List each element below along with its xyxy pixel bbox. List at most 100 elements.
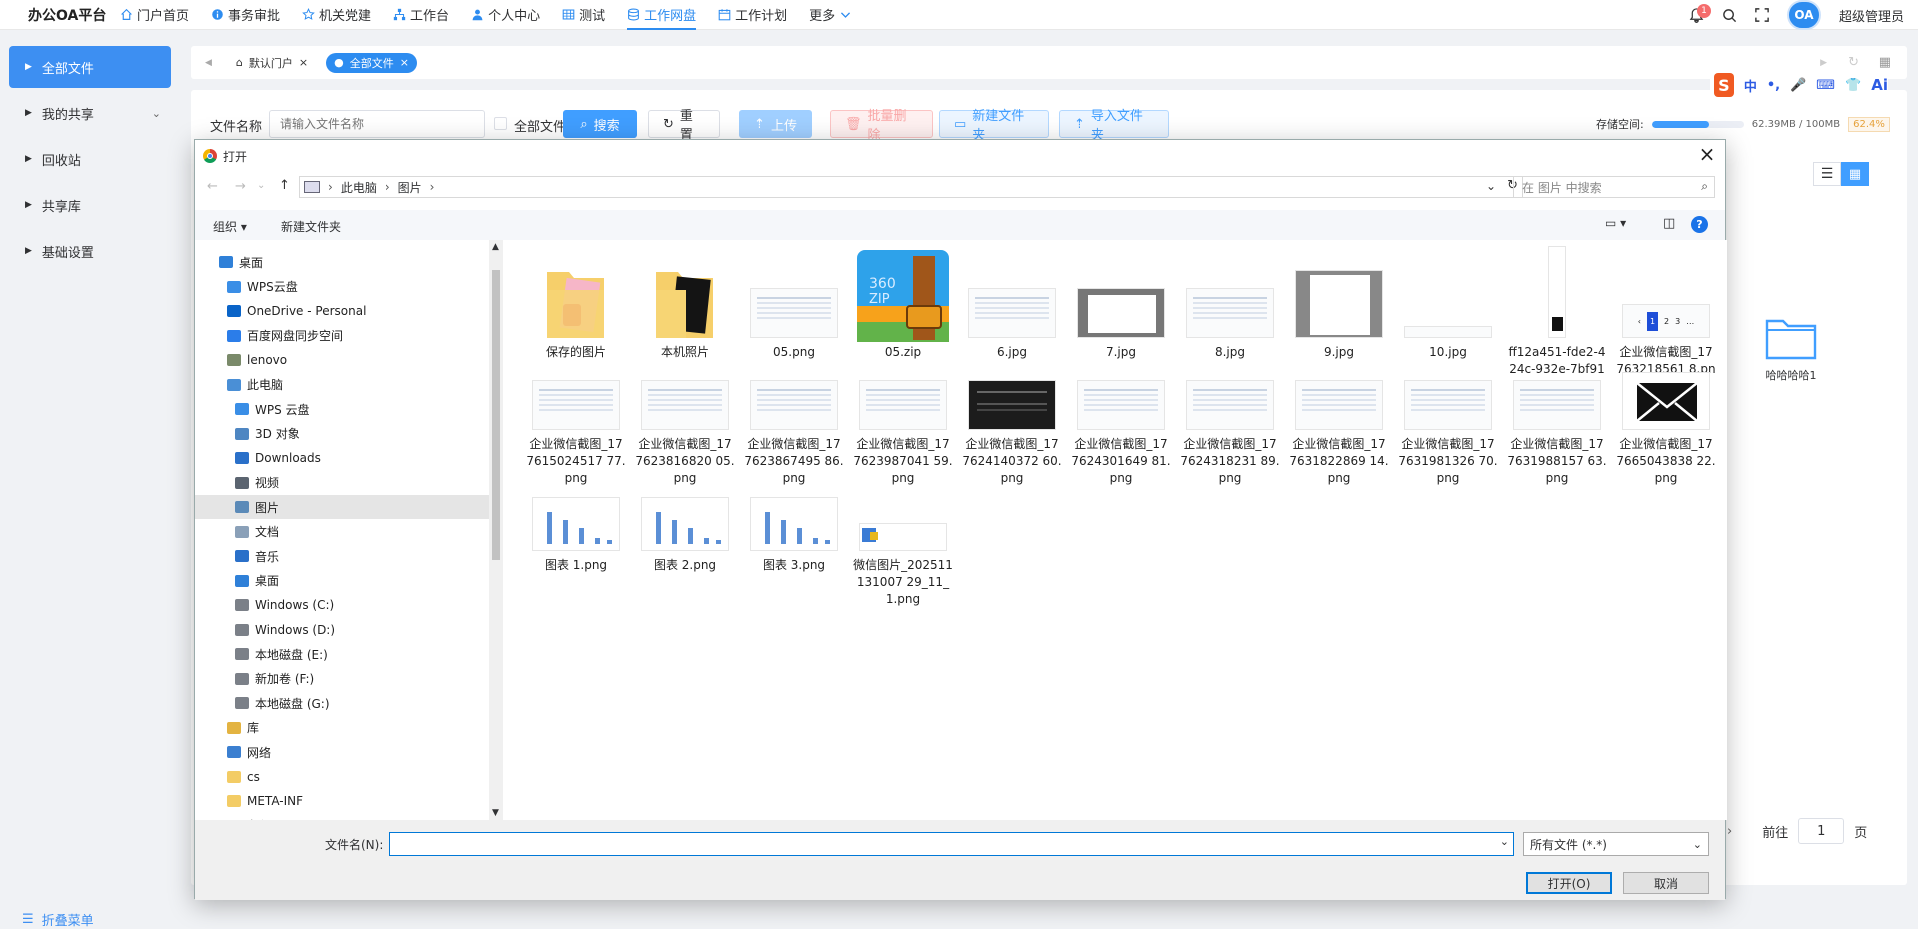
new-folder-button[interactable]: ▭ 新建文件夹 [939,109,1049,143]
batch-delete-button[interactable]: 🗑 批量删除 [830,109,933,143]
ime-ai-button[interactable]: Ai [1871,76,1888,94]
tree-item-6[interactable]: WPS 云盘 [195,397,489,421]
file-item[interactable]: 图表 1.png [526,497,626,574]
list-view-button[interactable]: ☰ [1813,162,1841,186]
tree-item-10[interactable]: 图片 [195,495,489,519]
filetype-select[interactable]: 所有文件 (*.*) ⌄ [1523,832,1709,856]
tree-item-20[interactable]: 网络 [195,740,489,764]
breadcrumb-pictures[interactable]: 图片 [398,179,422,196]
filename-search-input[interactable] [269,110,485,138]
import-folder-button[interactable]: ⇡ 导入文件夹 [1059,109,1169,143]
scroll-down-icon[interactable]: ▼ [492,808,499,818]
close-icon[interactable]: × [1695,142,1719,166]
tree-item-5[interactable]: 此电脑 [195,373,489,397]
open-button[interactable]: 打开(O) [1526,872,1612,894]
sidebar-item-shared-library[interactable]: ▶ 共享库 [9,184,171,226]
user-name[interactable]: 超级管理员 [1839,6,1904,25]
tree-item-15[interactable]: Windows (D:) [195,618,489,642]
tab-all-files[interactable]: ● 全部文件 × [326,52,417,73]
tree-item-18[interactable]: 本地磁盘 (G:) [195,691,489,715]
scroll-up-icon[interactable]: ▲ [492,242,499,252]
address-bar[interactable]: › 此电脑 › 图片 › ⌄ ↻ [299,176,1523,198]
grid-view-button[interactable]: ▦ [1841,162,1869,186]
tree-item-21[interactable]: cs [195,765,489,789]
tree-item-11[interactable]: 文档 [195,520,489,544]
file-item[interactable]: 企业微信截图_177631981326 70.png [1398,378,1498,487]
file-item[interactable]: 图表 2.png [635,497,735,574]
all-files-checkbox[interactable] [494,117,507,130]
reset-button[interactable]: ↻ 重置 [648,109,720,143]
file-item[interactable]: 8.jpg [1180,248,1280,361]
file-item[interactable]: 企业微信截图_177623987041 59.png [853,378,953,487]
help-icon[interactable]: ? [1691,216,1708,233]
tree-item-1[interactable]: WPS云盘 [195,275,489,299]
sidebar-item-recycle-bin[interactable]: ▶ 回收站 [9,138,171,180]
upload-button[interactable]: ⇡ 上传 [739,110,812,138]
tree-item-19[interactable]: 库 [195,716,489,740]
bell-icon[interactable]: 1 [1689,3,1711,23]
file-item[interactable]: 企业微信截图_177631822869 14.png [1289,378,1389,487]
tab-default-portal[interactable]: ⌂ 默认门户 × [227,52,317,73]
file-item[interactable]: 企业微信截图_177624301649 81.png [1071,378,1171,487]
dialog-search-input[interactable]: 在 图片 中搜索 ⌕ [1513,176,1715,198]
fullscreen-icon[interactable] [1755,8,1769,22]
tree-item-22[interactable]: META-INF [195,789,489,813]
file-item[interactable]: 10.jpg [1398,248,1498,361]
preview-pane-icon[interactable]: ◫ [1663,216,1675,231]
nav-item-4[interactable]: 个人中心 [471,0,540,30]
nav-item-1[interactable]: 事务审批 [211,0,280,30]
keyboard-icon[interactable]: ⌨ [1816,78,1835,93]
chevron-down-icon[interactable]: ⌄ [1500,835,1509,848]
tree-item-2[interactable]: OneDrive - Personal [195,299,489,323]
tree-item-8[interactable]: Downloads [195,446,489,470]
avatar[interactable]: OA [1786,0,1821,30]
file-item[interactable]: 企业微信截图_177615024517 77.png [526,378,626,487]
close-icon[interactable]: × [400,56,409,69]
up-arrow-icon[interactable]: ↑ [279,178,290,193]
sogou-logo[interactable]: S [1714,73,1734,97]
tree-item-14[interactable]: Windows (C:) [195,593,489,617]
tree-item-4[interactable]: lenovo [195,348,489,372]
tree-item-9[interactable]: 视频 [195,471,489,495]
file-item[interactable]: 企业微信截图_177623867495 86.png [744,378,844,487]
next-page-icon[interactable]: › [1727,824,1732,839]
page-input[interactable]: 1 [1798,818,1845,844]
file-item[interactable]: 企业微信截图_177631988157 63.png [1507,378,1607,487]
nav-item-0[interactable]: 门户首页 [120,0,189,30]
file-item[interactable]: 图表 3.png [744,497,844,574]
tree-item-13[interactable]: 桌面 [195,569,489,593]
organize-menu[interactable]: 组织 ▾ [213,218,247,235]
file-item[interactable]: 360 ZIP 05.zip [853,248,953,361]
view-options-icon[interactable]: ▭ ▾ [1605,216,1626,230]
file-item[interactable]: ff12a451-fde2-424c-932e-7bf9107212d6.png [1507,246,1607,395]
close-icon[interactable]: × [299,56,308,69]
breadcrumb-this-pc[interactable]: 此电脑 [341,179,377,196]
nav-item-7[interactable]: 工作计划 [718,0,787,30]
file-item[interactable]: 本机照片 [635,248,735,361]
chevron-down-icon[interactable]: ⌄ [257,180,265,191]
nav-item-6[interactable]: 工作网盘 [627,0,697,30]
scroll-right-icon[interactable]: ▶ [1820,58,1827,68]
tree-item-7[interactable]: 3D 对象 [195,422,489,446]
file-item[interactable]: 企业微信截图_177624140372 60.png [962,378,1062,487]
back-arrow-icon[interactable]: ← [207,179,218,194]
sidebar-item-my-share[interactable]: ▶ 我的共享 ⌄ [9,92,171,134]
tree-item-16[interactable]: 本地磁盘 (E:) [195,642,489,666]
file-item[interactable]: 05.png [744,248,844,361]
forward-arrow-icon[interactable]: → [235,179,246,194]
search-icon[interactable] [1722,8,1737,23]
microphone-icon[interactable]: 🎤 [1790,78,1806,93]
nav-item-8[interactable]: 更多 [809,0,852,30]
ime-language-toggle[interactable]: 中 [1744,76,1757,95]
tree-item-0[interactable]: 桌面 [195,250,489,274]
sidebar-item-all-files[interactable]: ▶ 全部文件 [9,46,171,88]
scroll-thumb[interactable] [492,270,500,560]
grid-icon[interactable]: ▦ [1879,55,1891,70]
skin-icon[interactable]: 👕 [1845,78,1861,93]
file-item[interactable]: 9.jpg [1289,248,1389,361]
nav-item-5[interactable]: 测试 [562,0,605,30]
cancel-button[interactable]: 取消 [1623,872,1709,894]
file-item[interactable]: 微信图片_202511131007 29_11_1.png [853,497,953,608]
collapse-menu-button[interactable]: ☰ 折叠菜单 [22,910,94,929]
refresh-icon[interactable]: ↻ [1848,55,1859,70]
